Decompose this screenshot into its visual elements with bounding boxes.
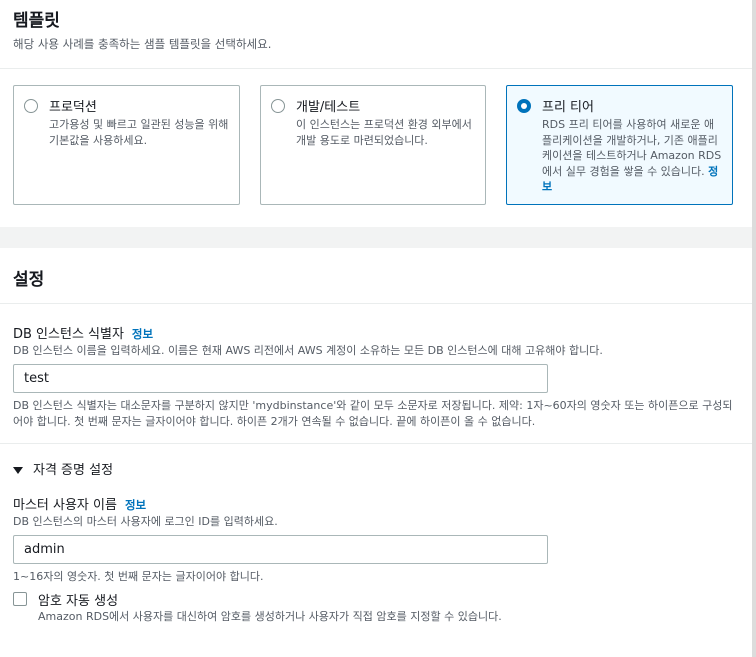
credentials-heading: 자격 증명 설정 <box>33 463 114 478</box>
template-option-free-tier[interactable]: 프리 티어 RDS 프리 티어를 사용하여 새로운 애플리케이션을 개발하거나,… <box>506 85 733 205</box>
divider <box>0 443 752 444</box>
auto-password-checkbox[interactable] <box>13 592 27 606</box>
auto-password-label[interactable]: 암호 자동 생성 <box>38 590 118 609</box>
db-identifier-label-text: DB 인스턴스 식별자 <box>13 327 124 342</box>
option-label: 프로덕션 <box>49 100 97 115</box>
radio-button-selected[interactable] <box>517 99 531 113</box>
credentials-expander[interactable]: 자격 증명 설정 <box>13 459 113 478</box>
divider <box>0 68 752 69</box>
option-description: RDS 프리 티어를 사용하여 새로운 애플리케이션을 개발하거나, 기존 애플… <box>542 117 722 195</box>
settings-title: 설정 <box>13 270 45 290</box>
db-identifier-constraint: DB 인스턴스 식별자는 대소문자를 구분하지 않지만 'mydbinstanc… <box>13 399 733 428</box>
scrollbar-track[interactable] <box>752 0 756 657</box>
master-username-input[interactable] <box>13 535 548 564</box>
option-description: 이 인스턴스는 프로덕션 환경 외부에서 개발 용도로 마련되었습니다. <box>296 118 472 147</box>
master-username-constraint: 1~16자의 영숫자. 첫 번째 문자는 글자이어야 합니다. <box>13 570 264 583</box>
db-identifier-label: DB 인스턴스 식별자 정보 <box>13 323 153 342</box>
template-panel: 템플릿 해당 사용 사례를 충족하는 샘플 템플릿을 선택하세요. 프로덕션 고… <box>0 0 752 227</box>
radio-button[interactable] <box>24 99 38 113</box>
info-link[interactable]: 정보 <box>125 498 146 512</box>
option-description-text: RDS 프리 티어를 사용하여 새로운 애플리케이션을 개발하거나, 기존 애플… <box>542 118 722 178</box>
template-title: 템플릿 <box>13 11 60 31</box>
option-label: 개발/테스트 <box>296 100 361 115</box>
master-username-description: DB 인스턴스의 마스터 사용자에 로그인 ID를 입력하세요. <box>13 515 278 528</box>
divider <box>0 303 752 304</box>
info-link[interactable]: 정보 <box>132 327 153 341</box>
radio-button[interactable] <box>271 99 285 113</box>
auto-password-description: Amazon RDS에서 사용자를 대신하여 암호를 생성하거나 사용자가 직접… <box>38 610 502 623</box>
option-description: 고가용성 및 빠르고 일관된 성능을 위해 기본값을 사용하세요. <box>49 118 229 147</box>
template-option-production[interactable]: 프로덕션 고가용성 및 빠르고 일관된 성능을 위해 기본값을 사용하세요. <box>13 85 240 205</box>
option-label: 프리 티어 <box>542 100 594 115</box>
db-identifier-input[interactable] <box>13 364 548 393</box>
db-identifier-description: DB 인스턴스 이름을 입력하세요. 이름은 현재 AWS 리전에서 AWS 계… <box>13 344 603 357</box>
master-username-label: 마스터 사용자 이름 정보 <box>13 494 146 513</box>
caret-down-icon <box>13 467 23 474</box>
master-username-label-text: 마스터 사용자 이름 <box>13 498 117 513</box>
template-description: 해당 사용 사례를 충족하는 샘플 템플릿을 선택하세요. <box>13 37 272 51</box>
template-option-dev-test[interactable]: 개발/테스트 이 인스턴스는 프로덕션 환경 외부에서 개발 용도로 마련되었습… <box>260 85 486 205</box>
